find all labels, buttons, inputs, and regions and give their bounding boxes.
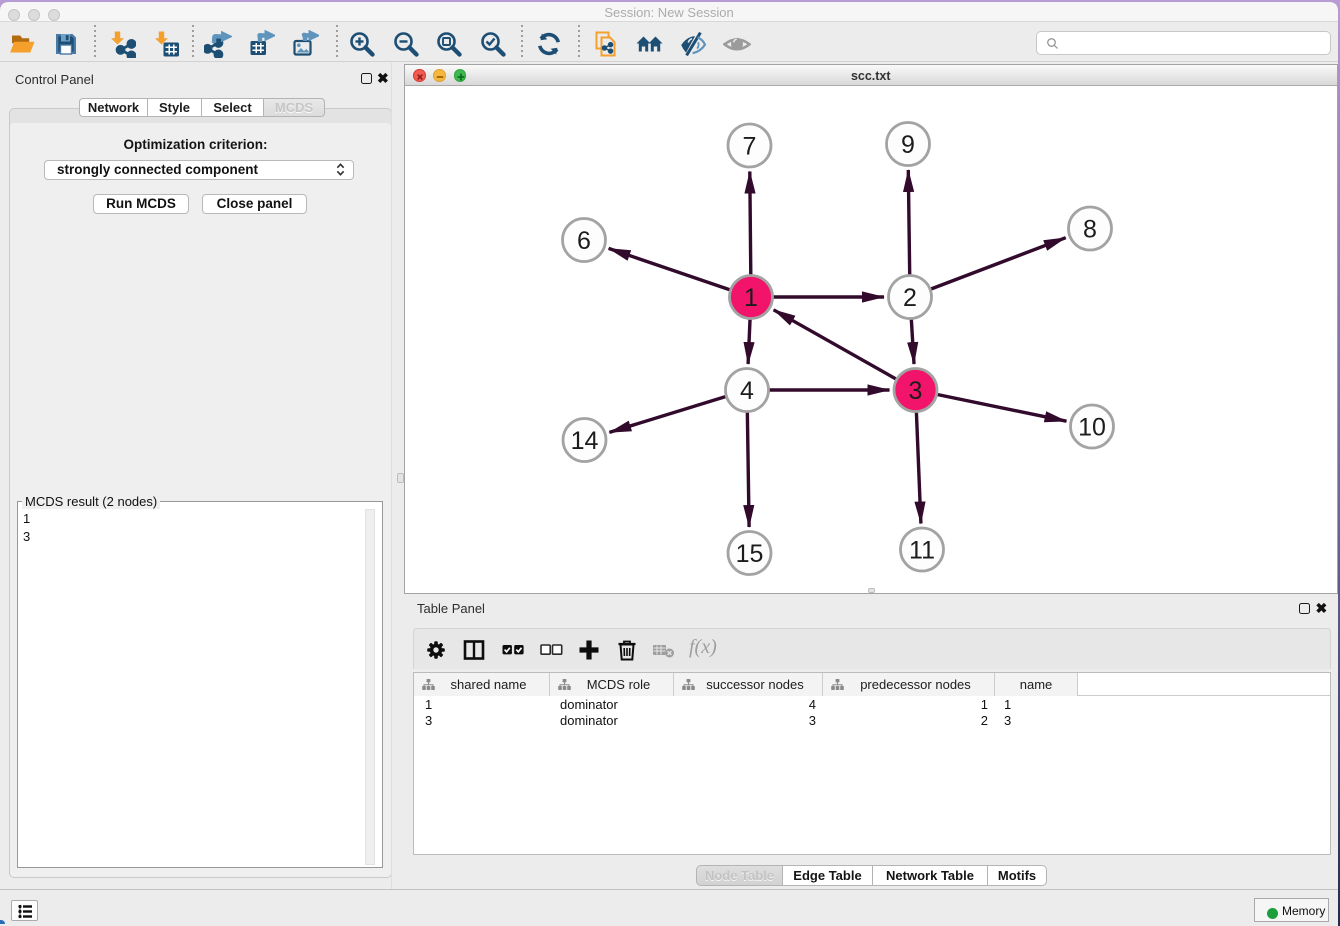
svg-text:3: 3 [909,377,923,405]
svg-text:7: 7 [743,133,757,161]
svg-text:8: 8 [1083,216,1097,244]
svg-text:11: 11 [909,537,935,565]
svg-text:2: 2 [903,284,917,312]
svg-text:6: 6 [577,227,591,255]
svg-text:4: 4 [740,377,754,405]
svg-text:9: 9 [901,131,915,159]
svg-text:1: 1 [744,284,758,312]
svg-text:14: 14 [571,427,599,455]
svg-text:10: 10 [1078,414,1106,442]
svg-text:15: 15 [736,540,764,568]
